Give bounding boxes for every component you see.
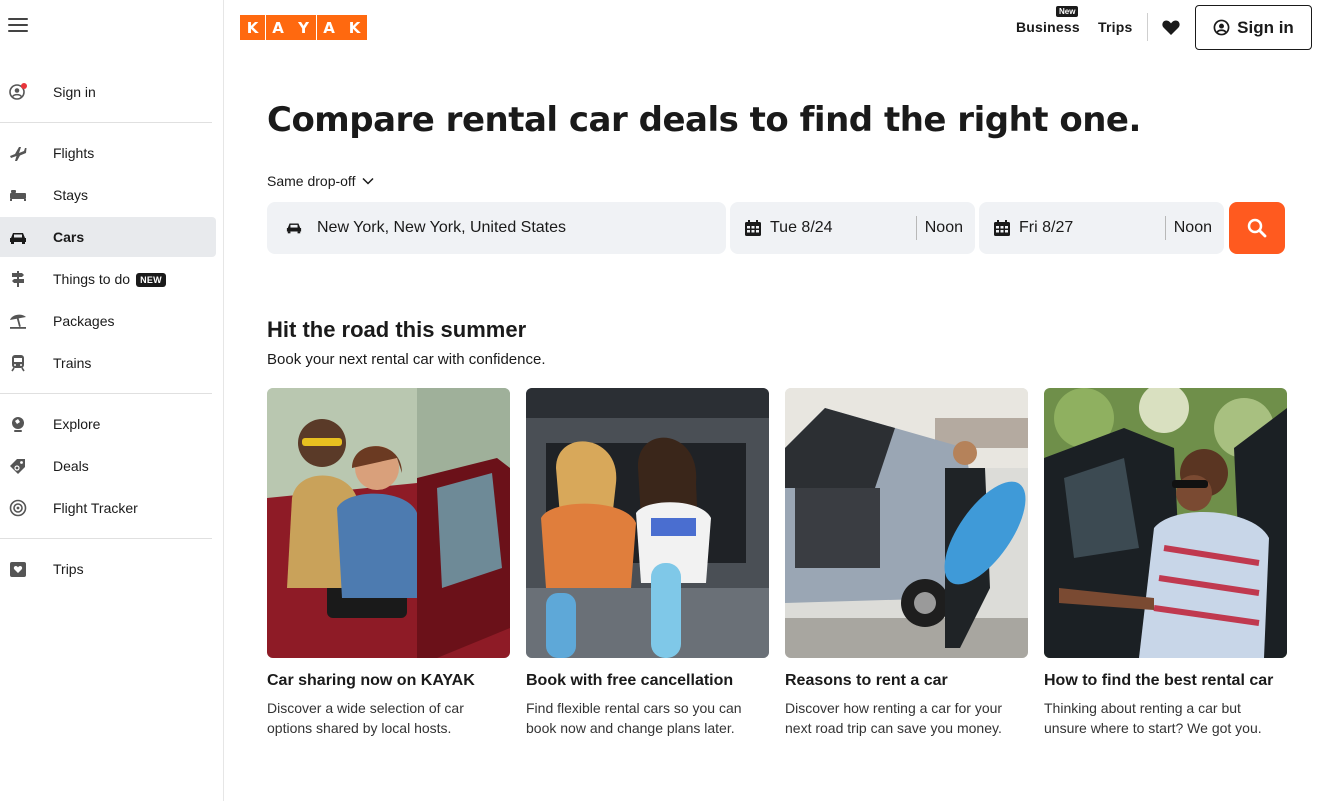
sidebar-item-label: Cars [53,229,85,245]
section-title: Hit the road this summer [267,317,527,342]
sidebar-item-flights[interactable]: Flights [0,133,216,173]
dropoff-date-field[interactable]: Fri 8/27 Noon [979,202,1224,254]
sidebar-item-stays[interactable]: Stays [0,175,216,215]
logo-letter: K [342,15,367,40]
card-title: Book with free cancellation [526,672,734,689]
business-new-badge: New [1056,6,1079,17]
dropoff-date-value: Fri 8/27 [1019,219,1074,236]
heart-icon[interactable] [1160,16,1182,38]
search-icon [1247,218,1267,238]
trips-heart-icon [8,559,28,579]
beach-umbrella-icon [8,311,28,331]
sidebar-item-explore[interactable]: Explore [0,404,216,444]
pickup-time-select[interactable]: Noon [925,219,963,237]
sidebar-divider [0,393,212,394]
sidebar-item-packages[interactable]: Packages [0,301,216,341]
sidebar-item-label: Packages [53,313,115,329]
sidebar-item-label: Explore [53,416,101,432]
logo-letter: A [316,15,342,40]
car-sharing-photo [267,388,510,658]
business-link[interactable]: Business [1016,19,1080,35]
article-card-reasons[interactable]: Reasons to rent a car Discover how renti… [785,388,1028,738]
globe-icon [8,414,28,434]
tracker-icon [8,498,28,518]
sidebar-item-label: Flights [53,145,95,161]
card-description: Thinking about renting a car but unsure … [1044,700,1262,736]
sidebar-item-label: Things to do NEW [53,270,166,288]
sidebar-item-label: Trips [53,561,84,577]
signin-button-label: Sign in [1237,17,1294,37]
sidebar-item-label: Deals [53,458,89,474]
kayak-page: Sign in Flights Stays Cars Things to do … [0,0,1329,801]
location-input[interactable]: New York, New York, United States [267,202,726,254]
sidebar-item-label: Flight Tracker [53,500,138,516]
field-divider [915,216,917,240]
dropoff-selector[interactable]: Same drop-off [267,173,374,189]
trips-link[interactable]: Trips [1098,19,1132,35]
calendar-icon [994,220,1010,236]
article-card-free-cancellation[interactable]: Book with free cancellation Find flexibl… [526,388,769,738]
car-icon [8,227,28,247]
card-description: Discover how renting a car for your next… [785,700,1003,736]
card-title: Reasons to rent a car [785,672,948,689]
sidebar-item-label: Stays [53,187,89,203]
sidebar: Sign in Flights Stays Cars Things to do … [0,0,224,801]
card-title: Car sharing now on KAYAK [267,672,475,689]
dropoff-label: Same drop-off [267,173,356,189]
user-notification-icon [8,82,28,102]
calendar-icon [745,220,761,236]
sidebar-item-flight-tracker[interactable]: Flight Tracker [0,488,216,528]
signpost-icon [8,269,28,289]
free-cancellation-photo [526,388,769,658]
sidebar-item-deals[interactable]: Deals [0,446,216,486]
sidebar-divider [0,122,212,123]
sidebar-item-trips[interactable]: Trips [0,549,216,589]
section-subtitle: Book your next rental car with confidenc… [267,351,546,368]
search-button[interactable] [1229,202,1285,254]
sidebar-signin[interactable]: Sign in [0,72,216,112]
header-divider [1147,13,1148,41]
page-title: Compare rental car deals to find the rig… [267,100,1141,140]
pickup-date-value: Tue 8/24 [770,219,833,236]
signin-button[interactable]: Sign in [1195,5,1312,50]
logo-letter: Y [291,15,316,40]
sidebar-item-trains[interactable]: Trains [0,343,216,383]
plane-icon [8,143,28,163]
new-badge: NEW [136,273,166,288]
train-icon [8,353,28,373]
dropoff-time-select[interactable]: Noon [1174,219,1212,237]
logo-letter: A [265,15,291,40]
card-description: Find flexible rental cars so you can boo… [526,700,742,736]
location-value: New York, New York, United States [317,219,567,236]
article-card-car-sharing[interactable]: Car sharing now on KAYAK Discover a wide… [267,388,510,738]
car-icon [286,223,302,234]
sidebar-item-label: Trains [53,355,92,371]
sidebar-item-things-to-do[interactable]: Things to do NEW [0,259,216,299]
menu-icon[interactable] [8,18,28,34]
field-divider [1164,216,1166,240]
card-title: How to find the best rental car [1044,672,1274,689]
deal-tag-icon [8,456,28,476]
sidebar-divider [0,538,212,539]
card-description: Discover a wide selection of car options… [267,700,464,736]
sidebar-item-cars[interactable]: Cars [0,217,216,257]
sidebar-signin-label: Sign in [53,84,96,100]
things-to-do-text: Things to do [53,270,131,287]
reasons-photo [785,388,1028,658]
bed-icon [8,185,28,205]
pickup-date-field[interactable]: Tue 8/24 Noon [730,202,975,254]
logo-letter: K [240,15,265,40]
article-card-best-rental[interactable]: How to find the best rental car Thinking… [1044,388,1287,738]
kayak-logo[interactable]: K A Y A K [240,15,368,40]
chevron-down-icon [362,177,374,185]
best-rental-photo [1044,388,1287,658]
user-icon [1213,19,1230,36]
